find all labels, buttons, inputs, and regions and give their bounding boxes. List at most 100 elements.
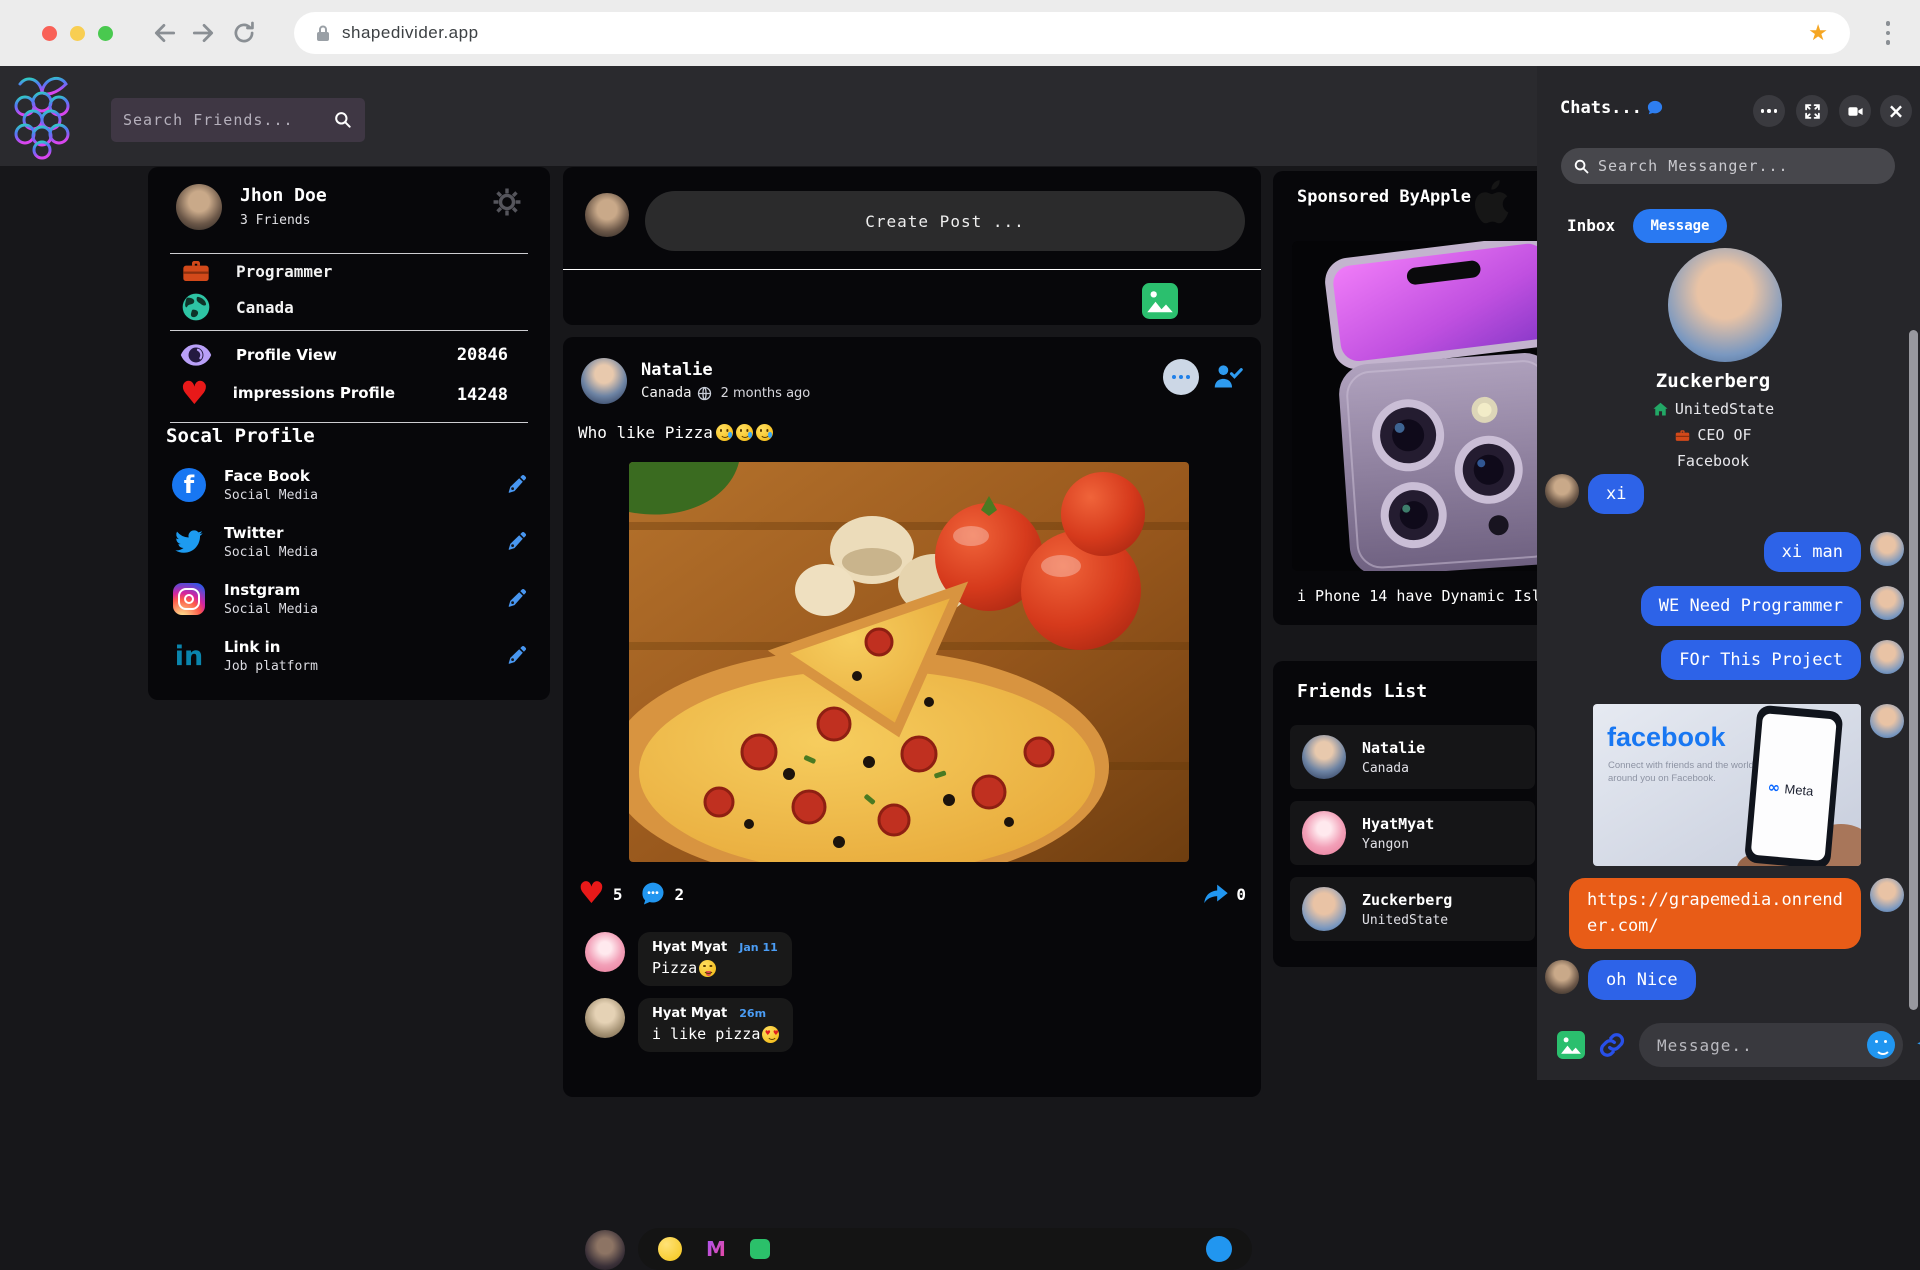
- browser-chrome: shapedivider.app ★: [0, 0, 1920, 66]
- comment-text: i like pizza: [652, 1025, 760, 1043]
- bookmark-star-icon[interactable]: ★: [1808, 21, 1828, 46]
- add-image-icon[interactable]: [1557, 1031, 1585, 1059]
- window-close-button[interactable]: [42, 26, 57, 41]
- post-options-button[interactable]: [1163, 359, 1199, 395]
- friend-check-icon[interactable]: [1213, 363, 1243, 389]
- create-post-input[interactable]: Create Post ...: [645, 191, 1245, 251]
- share-arrow-icon[interactable]: [1202, 880, 1230, 908]
- comment-time: Jan 11: [739, 941, 777, 954]
- edit-pen-icon[interactable]: [504, 644, 528, 668]
- comment-send-icon[interactable]: [1206, 1236, 1232, 1262]
- avatar[interactable]: [581, 358, 627, 404]
- inbox-label: Inbox: [1567, 216, 1615, 235]
- chat-options-button[interactable]: [1753, 95, 1785, 127]
- comment-composer-avatar: [585, 1230, 625, 1270]
- job-label: Programmer: [236, 262, 332, 281]
- chat-input-bar: [1537, 1022, 1920, 1068]
- chat-profile-avatar[interactable]: [1668, 248, 1782, 362]
- svg-text:Meta: Meta: [1784, 781, 1815, 799]
- window-minimize-button[interactable]: [70, 26, 85, 41]
- browser-back-icon[interactable]: [152, 20, 178, 46]
- chat-close-button[interactable]: ×: [1880, 95, 1912, 127]
- svg-text:Connect with friends and the w: Connect with friends and the world: [1608, 760, 1754, 771]
- message-link-bubble[interactable]: https://grapemedia.onrender.com/: [1569, 878, 1861, 949]
- browser-forward-icon[interactable]: [190, 20, 216, 46]
- browser-refresh-icon[interactable]: [231, 20, 257, 46]
- avatar[interactable]: [176, 184, 222, 230]
- eye-icon: [180, 339, 212, 371]
- emoji-smiley-button[interactable]: [1867, 1031, 1895, 1059]
- friends-list-heading: Friends List: [1297, 681, 1427, 702]
- gif-icon[interactable]: [750, 1239, 770, 1259]
- message-bubble: FOr This Project: [1661, 640, 1861, 680]
- send-plane-icon[interactable]: [1916, 1030, 1920, 1060]
- chat-scrollbar-thumb[interactable]: [1909, 330, 1918, 1010]
- friend-row[interactable]: Zuckerberg UnitedState: [1290, 877, 1535, 941]
- chat-video-button[interactable]: [1839, 95, 1871, 127]
- avatar: [1870, 586, 1904, 620]
- grape-logo[interactable]: [12, 72, 72, 160]
- address-bar[interactable]: shapedivider.app ★: [294, 12, 1850, 54]
- edit-pen-icon[interactable]: [504, 473, 528, 497]
- svg-text:facebook: facebook: [1607, 722, 1727, 752]
- search-friends-input[interactable]: [123, 111, 333, 129]
- settings-gear-icon[interactable]: [490, 185, 524, 219]
- attach-link-icon[interactable]: [1598, 1031, 1626, 1059]
- message-input[interactable]: [1657, 1036, 1867, 1055]
- friend-row[interactable]: Natalie Canada: [1290, 725, 1535, 789]
- social-item-facebook[interactable]: f Face Book Social Media: [170, 460, 528, 510]
- globe-icon: [180, 291, 212, 323]
- window-zoom-button[interactable]: [98, 26, 113, 41]
- feed-post: Natalie Canada 2 months ago Who like Piz…: [563, 337, 1261, 1097]
- sponsored-caption: i Phone 14 have Dynamic Island: [1297, 587, 1568, 605]
- search-icon[interactable]: [333, 110, 353, 130]
- avatar[interactable]: [1302, 887, 1346, 931]
- avatar: [1545, 474, 1579, 508]
- heart-eyes-emoji: [762, 1026, 779, 1043]
- comment-author: Hyat Myat: [652, 1006, 727, 1021]
- instagram-icon: [170, 583, 208, 615]
- sponsored-card: Sponsored ByApple: [1273, 171, 1550, 625]
- sponsored-image-iphone[interactable]: [1292, 241, 1550, 571]
- chat-profile-name: Zuckerberg: [1537, 370, 1889, 392]
- post-image-pizza: [629, 462, 1189, 862]
- facebook-meta-image[interactable]: facebook Connect with friends and the wo…: [1593, 704, 1861, 866]
- meta-sticker-icon[interactable]: M: [706, 1237, 726, 1261]
- friend-row[interactable]: HyatMyat Yangon: [1290, 801, 1535, 865]
- avatar: [585, 1230, 625, 1270]
- social-item-linkedin[interactable]: in Link in Job platform: [170, 631, 528, 681]
- chat-panel: Chats... × Inbox Message Zuckerberg Unit…: [1537, 66, 1920, 1080]
- edit-pen-icon[interactable]: [504, 587, 528, 611]
- add-image-icon[interactable]: [1142, 283, 1178, 319]
- comment-input-bar[interactable]: M: [638, 1228, 1252, 1270]
- avatar[interactable]: [1302, 735, 1346, 779]
- avatar[interactable]: [585, 998, 625, 1038]
- avatar[interactable]: [585, 932, 625, 972]
- chat-profile-role: CEO OF: [1697, 426, 1751, 444]
- comment-bubble-icon[interactable]: [639, 880, 667, 908]
- emoji-picker-icon[interactable]: [658, 1237, 682, 1261]
- like-heart-icon[interactable]: ♥: [578, 879, 605, 909]
- social-item-instagram[interactable]: Instgram Social Media: [170, 574, 528, 624]
- chat-expand-button[interactable]: [1796, 95, 1828, 127]
- social-name: Link in: [224, 638, 318, 656]
- friend-name: HyatMyat: [1362, 815, 1434, 833]
- social-desc: Social Media: [224, 545, 318, 560]
- avatar[interactable]: [1302, 811, 1346, 855]
- post-location: Canada: [641, 385, 692, 401]
- avatar: [1545, 960, 1579, 994]
- avatar: [1870, 640, 1904, 674]
- edit-pen-icon[interactable]: [504, 530, 528, 554]
- close-icon: ×: [1888, 101, 1905, 121]
- message-tab-button[interactable]: Message: [1633, 209, 1727, 243]
- message-bubble: xi man: [1764, 532, 1861, 572]
- chat-message: WE Need Programmer: [1537, 586, 1912, 626]
- chat-message: https://grapemedia.onrender.com/: [1537, 878, 1912, 949]
- social-item-twitter[interactable]: Twitter Social Media: [170, 517, 528, 567]
- briefcase-icon: [180, 255, 212, 287]
- search-messenger-input[interactable]: [1598, 157, 1883, 175]
- message-bubble: xi: [1588, 474, 1644, 514]
- profile-sidebar: Jhon Doe 3 Friends Programmer Canada Pro…: [148, 167, 550, 700]
- browser-menu-icon[interactable]: [1882, 15, 1894, 51]
- avatar[interactable]: [585, 193, 629, 237]
